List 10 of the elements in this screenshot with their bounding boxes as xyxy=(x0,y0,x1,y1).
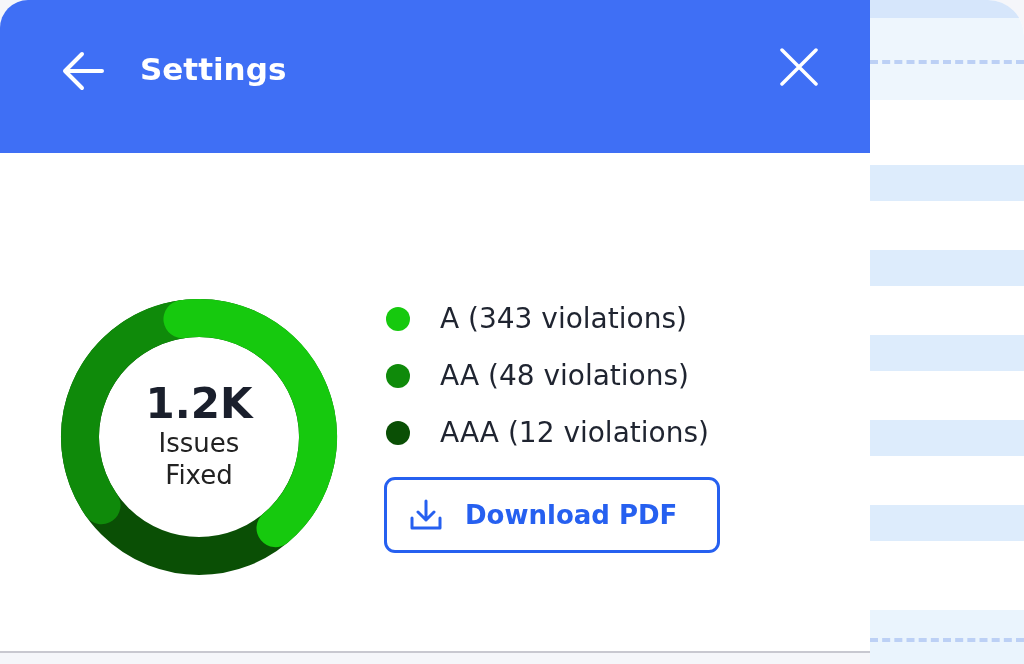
download-icon xyxy=(409,498,443,532)
close-icon[interactable] xyxy=(780,48,818,86)
legend-label: A (343 violations) xyxy=(440,302,687,335)
legend-label: AAA (12 violations) xyxy=(440,416,709,449)
header-title: Settings xyxy=(140,51,288,87)
issues-label: Issues xyxy=(158,426,240,460)
download-pdf-button[interactable]: Download PDF xyxy=(384,477,720,553)
legend-label: AA (48 violations) xyxy=(440,359,689,392)
issues-count: 1.2K xyxy=(145,382,253,427)
fixed-label: Fixed xyxy=(165,459,233,492)
